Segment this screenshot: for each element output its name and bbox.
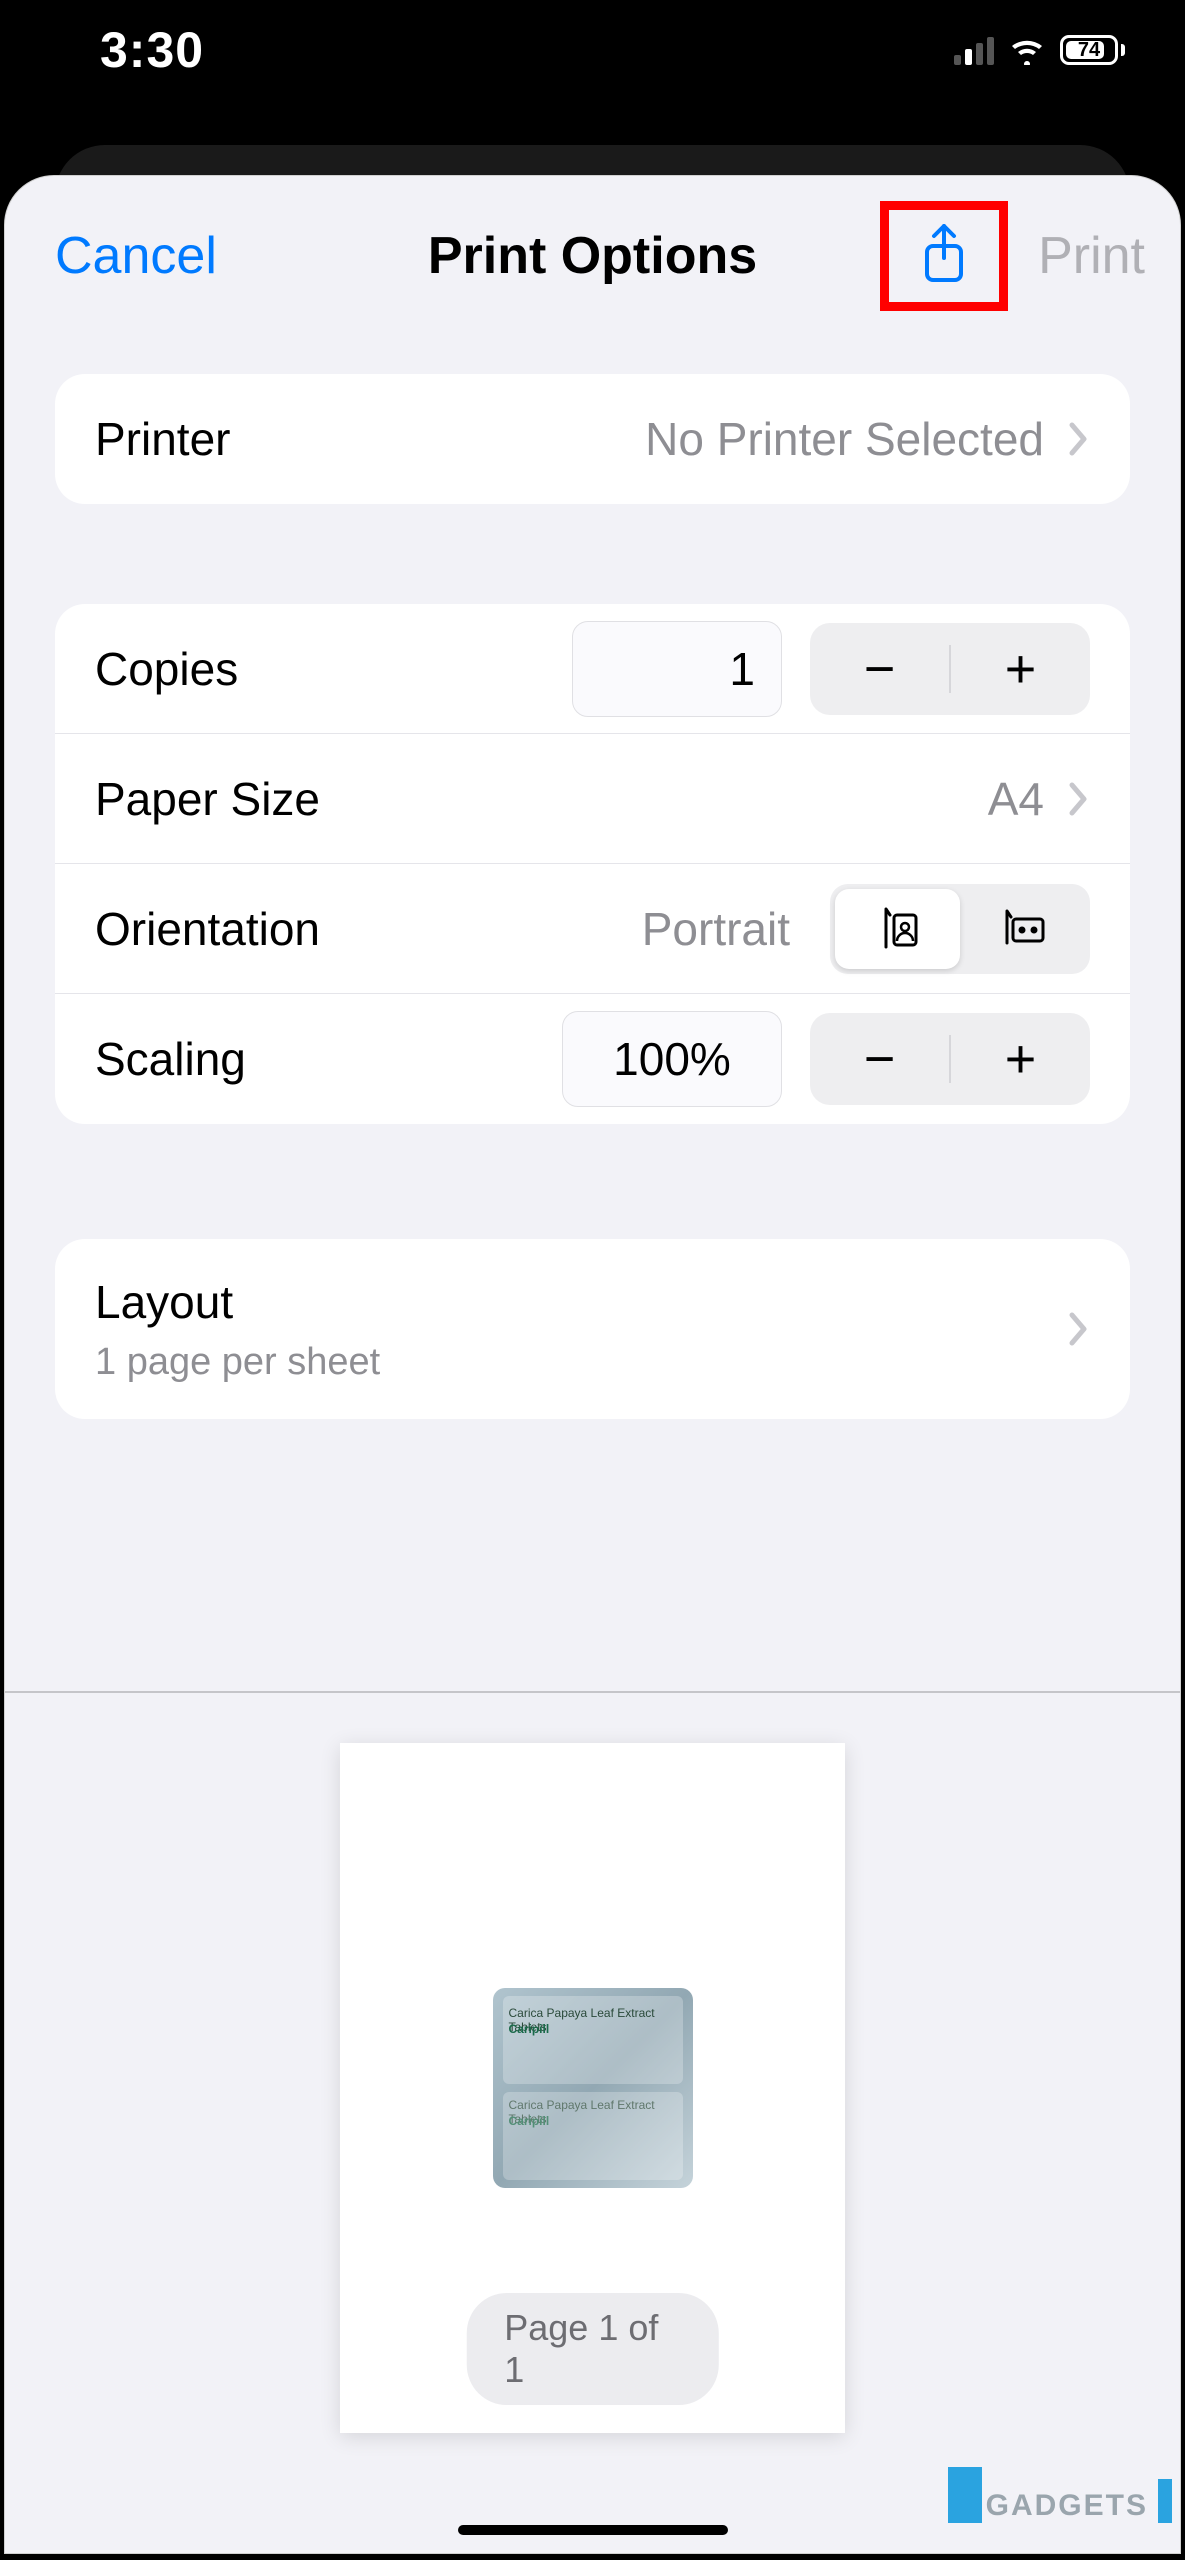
- preview-document-image: Carica Papaya Leaf Extract Tablets Carip…: [493, 1988, 693, 2188]
- printer-label: Printer: [95, 412, 230, 466]
- device-frame: 3:30 74 Cancel Pri: [0, 0, 1185, 2560]
- copies-increment-button[interactable]: +: [951, 638, 1090, 700]
- layout-subtitle: 1 page per sheet: [95, 1341, 380, 1384]
- share-button-highlight: [880, 201, 1008, 311]
- scaling-stepper: − +: [810, 1013, 1090, 1105]
- watermark: GADGETS: [948, 2467, 1172, 2523]
- chevron-right-icon: [1068, 1311, 1090, 1347]
- layout-group: Layout 1 page per sheet: [55, 1239, 1130, 1419]
- printer-value: No Printer Selected: [645, 412, 1044, 466]
- copies-decrement-button[interactable]: −: [810, 638, 949, 700]
- portrait-icon: [876, 907, 920, 951]
- scaling-input[interactable]: 100%: [562, 1011, 782, 1107]
- copies-row: Copies 1 − +: [55, 604, 1130, 734]
- preview-text: Caripill: [509, 2022, 550, 2036]
- print-button[interactable]: Print: [1038, 226, 1145, 286]
- paper-size-row[interactable]: Paper Size A4: [55, 734, 1130, 864]
- status-bar: 3:30 74: [0, 0, 1185, 100]
- preview-text: Caripill: [509, 2114, 550, 2128]
- copies-label: Copies: [95, 642, 238, 696]
- orientation-row: Orientation Portrait: [55, 864, 1130, 994]
- scaling-label: Scaling: [95, 1032, 246, 1086]
- watermark-text: GADGETS: [986, 2489, 1148, 2523]
- home-indicator[interactable]: [458, 2525, 728, 2535]
- chevron-right-icon: [1068, 421, 1090, 457]
- battery-indicator: 74: [1060, 35, 1125, 65]
- wifi-icon: [1008, 35, 1046, 65]
- status-time: 3:30: [100, 21, 204, 79]
- landscape-icon: [999, 907, 1047, 951]
- layout-label: Layout: [95, 1275, 380, 1329]
- orientation-portrait-button[interactable]: [835, 889, 960, 969]
- copies-stepper: − +: [810, 623, 1090, 715]
- cellular-signal-icon: [954, 35, 994, 65]
- paper-size-value: A4: [988, 772, 1044, 826]
- page-count-badge: Page 1 of 1: [466, 2293, 719, 2405]
- sheet-navbar: Cancel Print Options Print: [5, 176, 1180, 336]
- preview-text: Carica Papaya Leaf Extract Tablets: [509, 2098, 693, 2126]
- orientation-landscape-button[interactable]: [960, 889, 1085, 969]
- chevron-right-icon: [1068, 781, 1090, 817]
- printer-group: Printer No Printer Selected: [55, 374, 1130, 504]
- status-indicators: 74: [954, 35, 1125, 65]
- preview-page[interactable]: Carica Papaya Leaf Extract Tablets Carip…: [340, 1743, 845, 2433]
- layout-row[interactable]: Layout 1 page per sheet: [55, 1239, 1130, 1419]
- scaling-row: Scaling 100% − +: [55, 994, 1130, 1124]
- cancel-button[interactable]: Cancel: [55, 226, 217, 286]
- paper-size-label: Paper Size: [95, 772, 320, 826]
- battery-percent: 74: [1078, 39, 1100, 62]
- copies-input[interactable]: 1: [572, 621, 782, 717]
- scaling-increment-button[interactable]: +: [951, 1028, 1090, 1090]
- print-settings-group: Copies 1 − + Paper Size A4 Orientation P…: [55, 604, 1130, 1124]
- print-options-sheet: Cancel Print Options Print Printer No Pr…: [4, 175, 1181, 2554]
- share-icon[interactable]: [919, 224, 969, 284]
- orientation-segmented: [830, 884, 1090, 974]
- printer-row[interactable]: Printer No Printer Selected: [55, 374, 1130, 504]
- orientation-label: Orientation: [95, 902, 320, 956]
- orientation-value: Portrait: [642, 902, 790, 956]
- print-preview-area: Carica Papaya Leaf Extract Tablets Carip…: [5, 1691, 1180, 2553]
- scaling-decrement-button[interactable]: −: [810, 1028, 949, 1090]
